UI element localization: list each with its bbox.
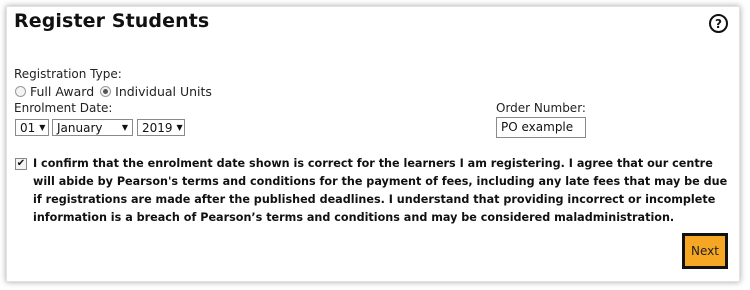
confirm-text: I confirm that the enrolment date shown … <box>33 157 728 224</box>
radio-full-award[interactable]: Full Award <box>15 84 94 99</box>
year-select[interactable]: 2019 ▼ <box>137 119 185 136</box>
month-select[interactable]: January ▼ <box>52 119 133 136</box>
order-number-label: Order Number: <box>496 101 586 115</box>
chevron-down-icon: ▼ <box>176 123 183 132</box>
next-button[interactable]: Next <box>682 233 728 269</box>
chevron-down-icon: ▼ <box>121 123 128 132</box>
radio-full-award-control[interactable] <box>15 86 26 97</box>
page-title: Register Students <box>14 10 210 32</box>
enrolment-date-label: Enrolment Date: <box>14 101 113 115</box>
radio-full-award-label: Full Award <box>30 84 95 99</box>
year-select-value: 2019 <box>142 120 173 135</box>
registration-type-options: Full Award Individual Units <box>15 84 218 99</box>
month-select-value: January <box>57 120 103 135</box>
day-select-value: 01 <box>20 120 36 135</box>
register-students-panel: Register Students ? Registration Type: F… <box>6 6 740 282</box>
help-icon[interactable]: ? <box>709 14 728 33</box>
radio-individual-units-control[interactable] <box>100 86 112 97</box>
registration-type-label: Registration Type: <box>14 67 122 81</box>
confirm-section: ✔ I confirm that the enrolment date show… <box>15 155 733 227</box>
order-number-input[interactable]: PO example <box>496 117 586 138</box>
radio-individual-units-label: Individual Units <box>115 84 212 99</box>
radio-individual-units[interactable]: Individual Units <box>100 84 212 99</box>
chevron-down-icon: ▼ <box>39 123 46 132</box>
confirm-checkbox[interactable]: ✔ <box>15 158 27 170</box>
day-select[interactable]: 01 ▼ <box>15 119 49 136</box>
